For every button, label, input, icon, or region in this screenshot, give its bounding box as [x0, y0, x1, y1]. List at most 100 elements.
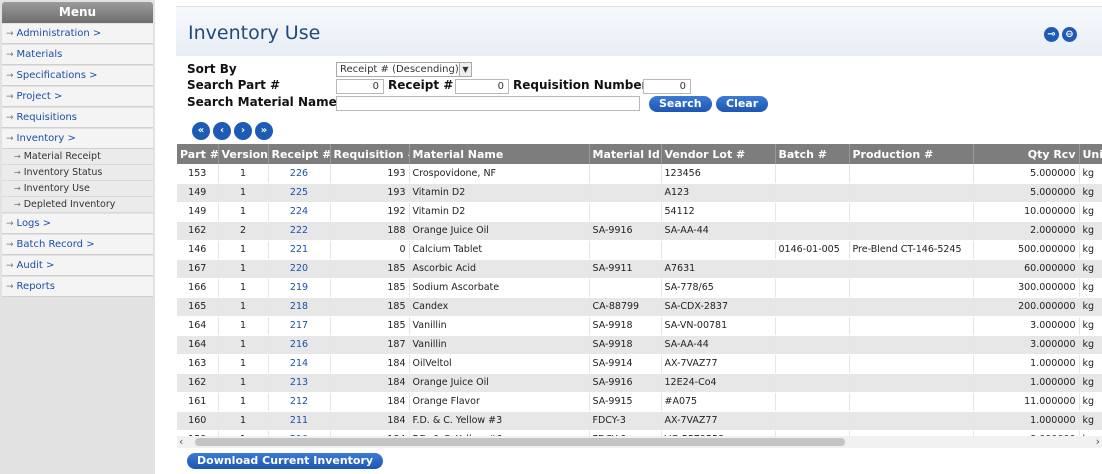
search-part-input[interactable]: 0	[336, 79, 384, 94]
sort-by-select[interactable]: Receipt # (Descending) ▼	[336, 62, 472, 77]
table-cell: 11.000000	[973, 392, 1080, 412]
sidebar-item[interactable]: → Batch Record >	[2, 235, 153, 255]
arrow-right-icon: →	[6, 219, 14, 229]
receipt-link[interactable]: 224	[268, 202, 331, 222]
table-cell: SA-CDX-2837	[661, 297, 776, 317]
table-cell: SA-9918	[589, 335, 662, 355]
table-cell: FDCY-3	[589, 411, 662, 431]
receipt-link[interactable]: 212	[268, 392, 331, 412]
logout-icon[interactable]: ⊖	[1062, 27, 1077, 42]
sidebar-item[interactable]: → Materials	[2, 45, 153, 65]
table-cell: kg	[1079, 335, 1102, 355]
receipt-link[interactable]: 222	[268, 221, 331, 241]
sidebar-item[interactable]: → Inventory >	[2, 129, 153, 149]
arrow-right-icon: →	[6, 50, 14, 60]
sidebar-item-label: Audit >	[16, 260, 55, 271]
sidebar-subitem-label: Inventory Status	[23, 167, 103, 178]
sidebar-subitem[interactable]: → Inventory Use	[2, 181, 153, 197]
table-cell	[589, 164, 662, 184]
table-cell: Sodium Ascorbate	[409, 278, 590, 298]
next-page-icon[interactable]: ›	[234, 122, 252, 140]
horizontal-scrollbar[interactable]: ‹ ›	[177, 435, 1102, 448]
sidebar-item[interactable]: → Specifications >	[2, 66, 153, 86]
column-header[interactable]: Material Name	[409, 144, 590, 164]
clear-button[interactable]: Clear	[716, 96, 769, 112]
column-header[interactable]: Production #	[849, 144, 974, 164]
table-cell: 162	[177, 221, 219, 241]
receipt-link[interactable]: 213	[268, 373, 331, 393]
table-cell: kg	[1079, 221, 1102, 241]
scroll-left-icon[interactable]: ‹	[179, 435, 183, 448]
arrow-right-icon: →	[6, 240, 14, 250]
sidebar-item[interactable]: → Administration >	[2, 24, 153, 44]
table-cell: 0146-01-005	[775, 240, 850, 260]
table-cell: Crospovidone, NF	[409, 164, 590, 184]
receipt-label: Receipt #	[388, 78, 454, 92]
scroll-thumb[interactable]	[195, 438, 845, 446]
table-cell: 185	[330, 278, 410, 298]
requisition-input[interactable]: 0	[643, 79, 691, 94]
table-cell: 185	[330, 316, 410, 336]
material-name-input[interactable]	[336, 96, 640, 111]
receipt-input[interactable]: 0	[455, 79, 509, 94]
sidebar-subitem[interactable]: → Depleted Inventory	[2, 197, 153, 213]
column-header[interactable]: Requisition #	[330, 144, 410, 164]
sidebar-item[interactable]: → Audit >	[2, 256, 153, 276]
receipt-link[interactable]: 221	[268, 240, 331, 260]
column-header[interactable]: Uni	[1079, 144, 1102, 164]
table-cell: 5.000000	[973, 183, 1080, 203]
table-cell	[775, 335, 850, 355]
receipt-link[interactable]: 225	[268, 183, 331, 203]
page-title: Inventory Use	[188, 22, 321, 44]
sidebar-subitem-label: Depleted Inventory	[23, 199, 116, 210]
receipt-link[interactable]: 211	[268, 411, 331, 431]
table-cell: 1	[218, 278, 269, 298]
receipt-link[interactable]: 220	[268, 259, 331, 279]
table-cell: 192	[330, 202, 410, 222]
sidebar-item[interactable]: → Reports	[2, 277, 153, 297]
table-cell	[849, 183, 974, 203]
column-header[interactable]: Receipt #	[268, 144, 331, 164]
download-inventory-button[interactable]: Download Current Inventory	[187, 453, 384, 469]
sidebar-subitem[interactable]: → Inventory Status	[2, 165, 153, 181]
column-header[interactable]: Qty Rcv	[973, 144, 1080, 164]
table-cell	[849, 392, 974, 412]
sidebar-item[interactable]: → Project >	[2, 87, 153, 107]
receipt-link[interactable]: 218	[268, 297, 331, 317]
sort-by-label: Sort By	[187, 62, 237, 76]
table-cell: Ascorbic Acid	[409, 259, 590, 279]
column-header[interactable]: Part #	[177, 144, 219, 164]
sidebar-item[interactable]: → Logs >	[2, 214, 153, 234]
table-cell: Orange Flavor	[409, 392, 590, 412]
table-cell	[775, 354, 850, 374]
column-header[interactable]: Vendor Lot #	[661, 144, 776, 164]
column-header[interactable]: Batch #	[775, 144, 850, 164]
last-page-icon[interactable]: »	[255, 122, 273, 140]
scroll-right-icon[interactable]: ›	[1096, 435, 1100, 448]
table-cell: 10.000000	[973, 202, 1080, 222]
main-content: Inventory Use ⊸ ⊖ Sort By Receipt # (Des…	[167, 0, 1102, 474]
prev-page-icon[interactable]: ‹	[213, 122, 231, 140]
table-cell: 166	[177, 278, 219, 298]
receipt-link[interactable]: 214	[268, 354, 331, 374]
receipt-link[interactable]: 217	[268, 316, 331, 336]
table-cell: 165	[177, 297, 219, 317]
table-cell: 161	[177, 392, 219, 412]
key-icon[interactable]: ⊸	[1044, 27, 1059, 42]
table-cell: kg	[1079, 373, 1102, 393]
search-button[interactable]: Search	[649, 96, 712, 112]
table-cell	[849, 164, 974, 184]
receipt-link[interactable]: 226	[268, 164, 331, 184]
table-body: 153 1 226 193 Crospovidone, NF 123456 5.000000…	[177, 164, 1102, 440]
column-header[interactable]: Version	[218, 144, 269, 164]
table-cell: 164	[177, 316, 219, 336]
sidebar-subitem[interactable]: → Material Receipt	[2, 149, 153, 165]
table-cell	[589, 240, 662, 260]
table-cell: 1.000000	[973, 411, 1080, 431]
column-header[interactable]: Material Id	[589, 144, 662, 164]
receipt-link[interactable]: 216	[268, 335, 331, 355]
first-page-icon[interactable]: «	[192, 122, 210, 140]
receipt-link[interactable]: 219	[268, 278, 331, 298]
sidebar-item[interactable]: → Requisitions	[2, 108, 153, 128]
table-cell	[661, 240, 776, 260]
